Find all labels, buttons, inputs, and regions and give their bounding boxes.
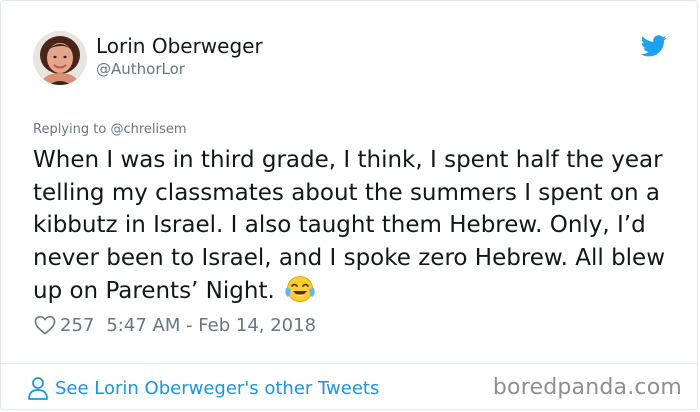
author-handle[interactable]: @AuthorLor xyxy=(96,59,263,79)
tweet-meta: 257 5:47 AM - Feb 14, 2018 xyxy=(34,313,316,337)
replying-to-line: Replying to @chrelisem xyxy=(33,121,187,139)
see-other-tweets-label: See Lorin Oberweger's other Tweets xyxy=(55,377,380,399)
tweet-header: Lorin Oberweger @AuthorLor xyxy=(33,31,263,91)
like-button[interactable]: 257 xyxy=(34,315,94,336)
person-icon xyxy=(28,377,48,400)
see-other-tweets-link[interactable]: See Lorin Oberweger's other Tweets xyxy=(27,374,379,402)
author-names: Lorin Oberweger @AuthorLor xyxy=(96,33,263,79)
tweet-card: Lorin Oberweger @AuthorLor Replying to @… xyxy=(0,0,698,410)
twitter-bird-icon[interactable] xyxy=(640,35,667,57)
tweet-text: When I was in third grade, I think, I sp… xyxy=(33,144,673,314)
author-display-name[interactable]: Lorin Oberweger xyxy=(96,33,263,59)
reply-mention-link[interactable]: @chrelisem xyxy=(110,122,186,137)
replying-to-prefix: Replying to xyxy=(33,122,107,137)
heart-icon xyxy=(34,315,56,335)
tweet-timestamp[interactable]: 5:47 AM - Feb 14, 2018 xyxy=(106,315,316,336)
face-with-tears-of-joy-icon xyxy=(284,274,316,314)
like-count: 257 xyxy=(60,314,95,336)
avatar[interactable] xyxy=(33,31,87,85)
avatar-image xyxy=(33,31,87,85)
tweet-body: When I was in third grade, I think, I sp… xyxy=(33,147,666,305)
boredpanda-watermark: boredpanda.com xyxy=(492,375,682,400)
footer-divider xyxy=(1,363,697,364)
